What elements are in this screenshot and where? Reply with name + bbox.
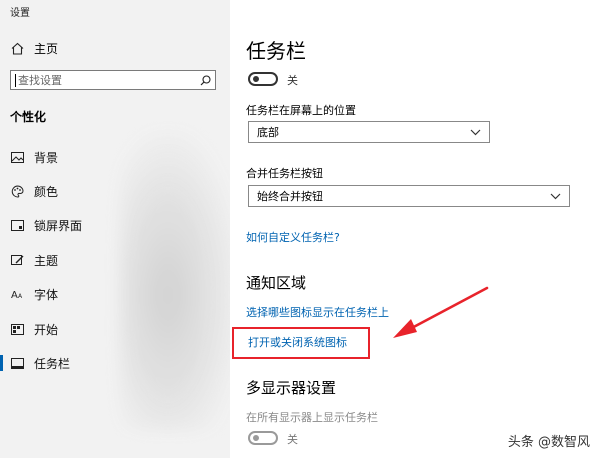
toggle-state-label: 关 (287, 433, 298, 446)
dropdown-value: 底部 (257, 126, 279, 139)
customize-taskbar-link[interactable]: 如何自定义任务栏? (246, 229, 340, 245)
image-icon (10, 150, 24, 164)
search-placeholder: 查找设置 (18, 74, 62, 87)
sidebar-item-label: 字体 (34, 287, 59, 302)
svg-text:A: A (11, 290, 18, 300)
search-icon[interactable] (200, 74, 211, 86)
section-title: 个性化 (10, 110, 47, 124)
taskbar-icon (10, 356, 24, 370)
sidebar-item-colors[interactable]: 颜色 (0, 180, 230, 202)
home-icon (10, 42, 24, 56)
chevron-down-icon (550, 190, 561, 203)
palette-icon (10, 184, 24, 198)
sidebar-item-label: 锁屏界面 (34, 218, 83, 233)
sidebar: 设置 主页 查找设置 个性化 背景 颜色 锁屏界面 主题 A A 字体 开始 任… (0, 0, 230, 458)
home-label: 主页 (34, 42, 59, 56)
text-cursor (15, 73, 16, 87)
sidebar-item-label: 颜色 (34, 184, 59, 199)
chevron-down-icon (470, 126, 481, 139)
sidebar-item-background[interactable]: 背景 (0, 146, 230, 168)
lock-screen-icon (10, 218, 24, 232)
combine-label: 合并任务栏按钮 (246, 167, 323, 180)
sidebar-item-fonts[interactable]: AA 字体 (0, 283, 230, 305)
select-icons-link[interactable]: 选择哪些图标显示在任务栏上 (246, 304, 389, 320)
watermark: 头条 @数智风 (507, 435, 590, 450)
show-on-all-displays-label: 在所有显示器上显示任务栏 (246, 411, 378, 424)
sidebar-item-start[interactable]: 开始 (0, 318, 230, 340)
position-dropdown[interactable]: 底部 (248, 121, 490, 143)
taskbar-toggle[interactable] (248, 72, 278, 86)
font-icon: AA (10, 287, 24, 301)
start-icon (10, 322, 24, 336)
highlight-box (232, 327, 370, 359)
annotation-arrow (393, 286, 489, 338)
sidebar-item-label: 开始 (34, 322, 59, 337)
sidebar-item-label: 背景 (34, 150, 59, 165)
search-input[interactable]: 查找设置 (10, 70, 216, 90)
sidebar-item-lock-screen[interactable]: 锁屏界面 (0, 214, 230, 236)
sidebar-item-themes[interactable]: 主题 (0, 249, 230, 271)
app-title: 设置 (10, 8, 30, 19)
sidebar-item-label: 任务栏 (34, 356, 71, 371)
toggle-knob (253, 435, 259, 441)
svg-text:A: A (18, 293, 23, 300)
multiple-displays-heading: 多显示器设置 (246, 379, 337, 397)
blurred-background (120, 130, 230, 430)
position-label: 任务栏在屏幕上的位置 (246, 104, 356, 117)
all-displays-toggle[interactable] (248, 431, 278, 445)
toggle-state-label: 关 (287, 74, 298, 87)
toggle-knob (253, 76, 259, 82)
sidebar-item-label: 主题 (34, 253, 59, 268)
notification-area-heading: 通知区域 (246, 274, 307, 292)
dropdown-value: 始终合并按钮 (257, 190, 323, 203)
page-title: 任务栏 (246, 39, 306, 63)
theme-icon (10, 253, 24, 267)
sidebar-item-home[interactable]: 主页 (10, 40, 58, 57)
combine-dropdown[interactable]: 始终合并按钮 (248, 185, 570, 207)
taskbar-settings-panel: 任务栏 关 任务栏在屏幕上的位置 底部 合并任务栏按钮 始终合并按钮 如何自定义… (246, 0, 586, 458)
sidebar-item-taskbar[interactable]: 任务栏 (0, 352, 230, 374)
